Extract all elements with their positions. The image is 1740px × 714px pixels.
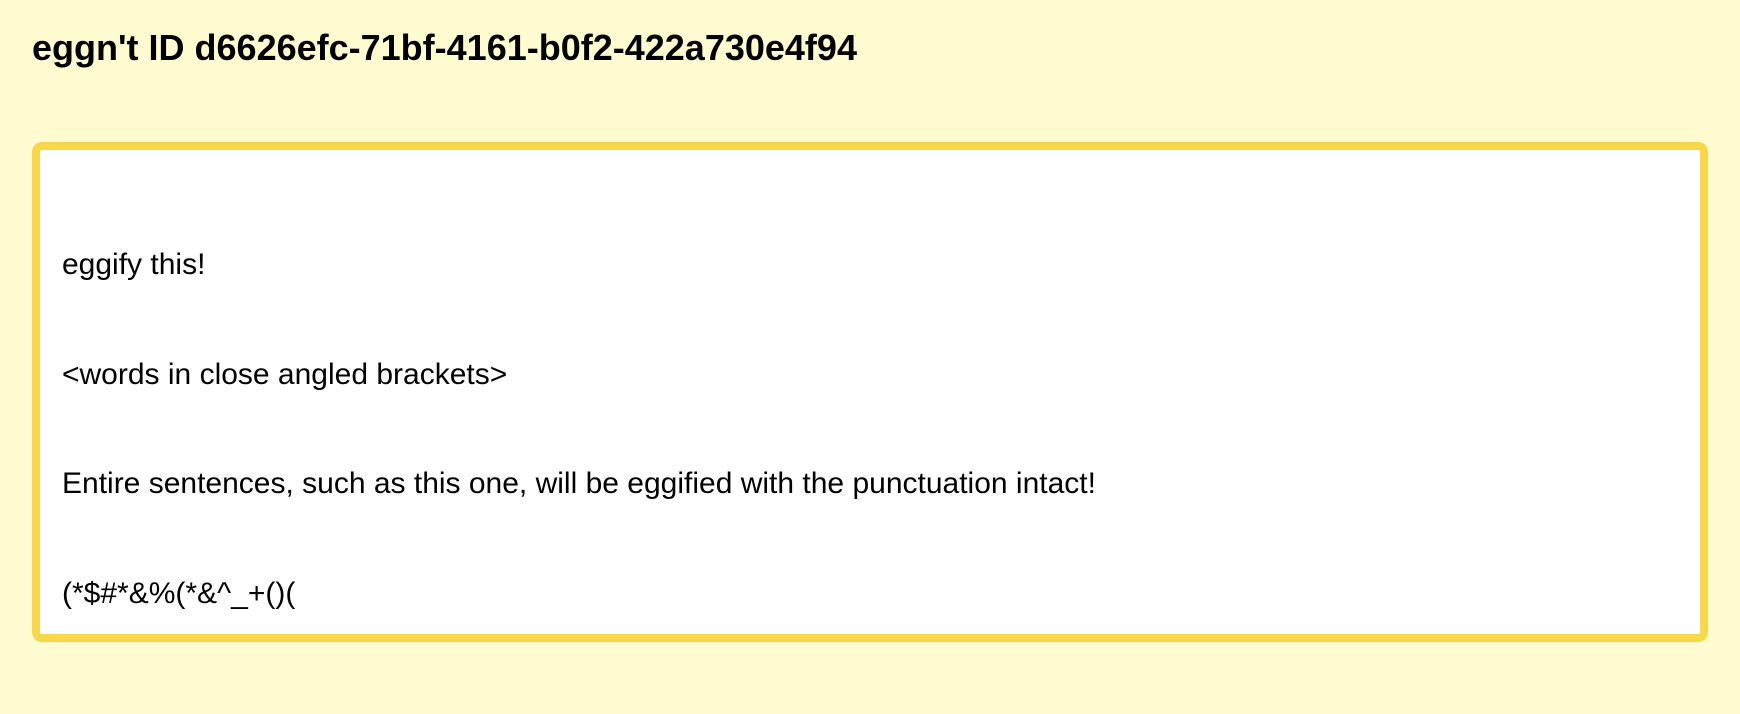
text-line: eggify this! — [62, 248, 206, 281]
page-title: eggn't ID d6626efc-71bf-4161-b0f2-422a73… — [32, 27, 857, 68]
text-input-area[interactable]: eggify this! <words in close angled brac… — [62, 174, 1678, 612]
text-input-box[interactable]: eggify this! <words in close angled brac… — [32, 142, 1708, 642]
text-line: (*$#*&%(*&^_+()( — [62, 576, 296, 610]
text-line: <words in close angled brackets> — [62, 357, 508, 391]
text-line: Entire sentences, such as this one, will… — [62, 467, 1096, 500]
